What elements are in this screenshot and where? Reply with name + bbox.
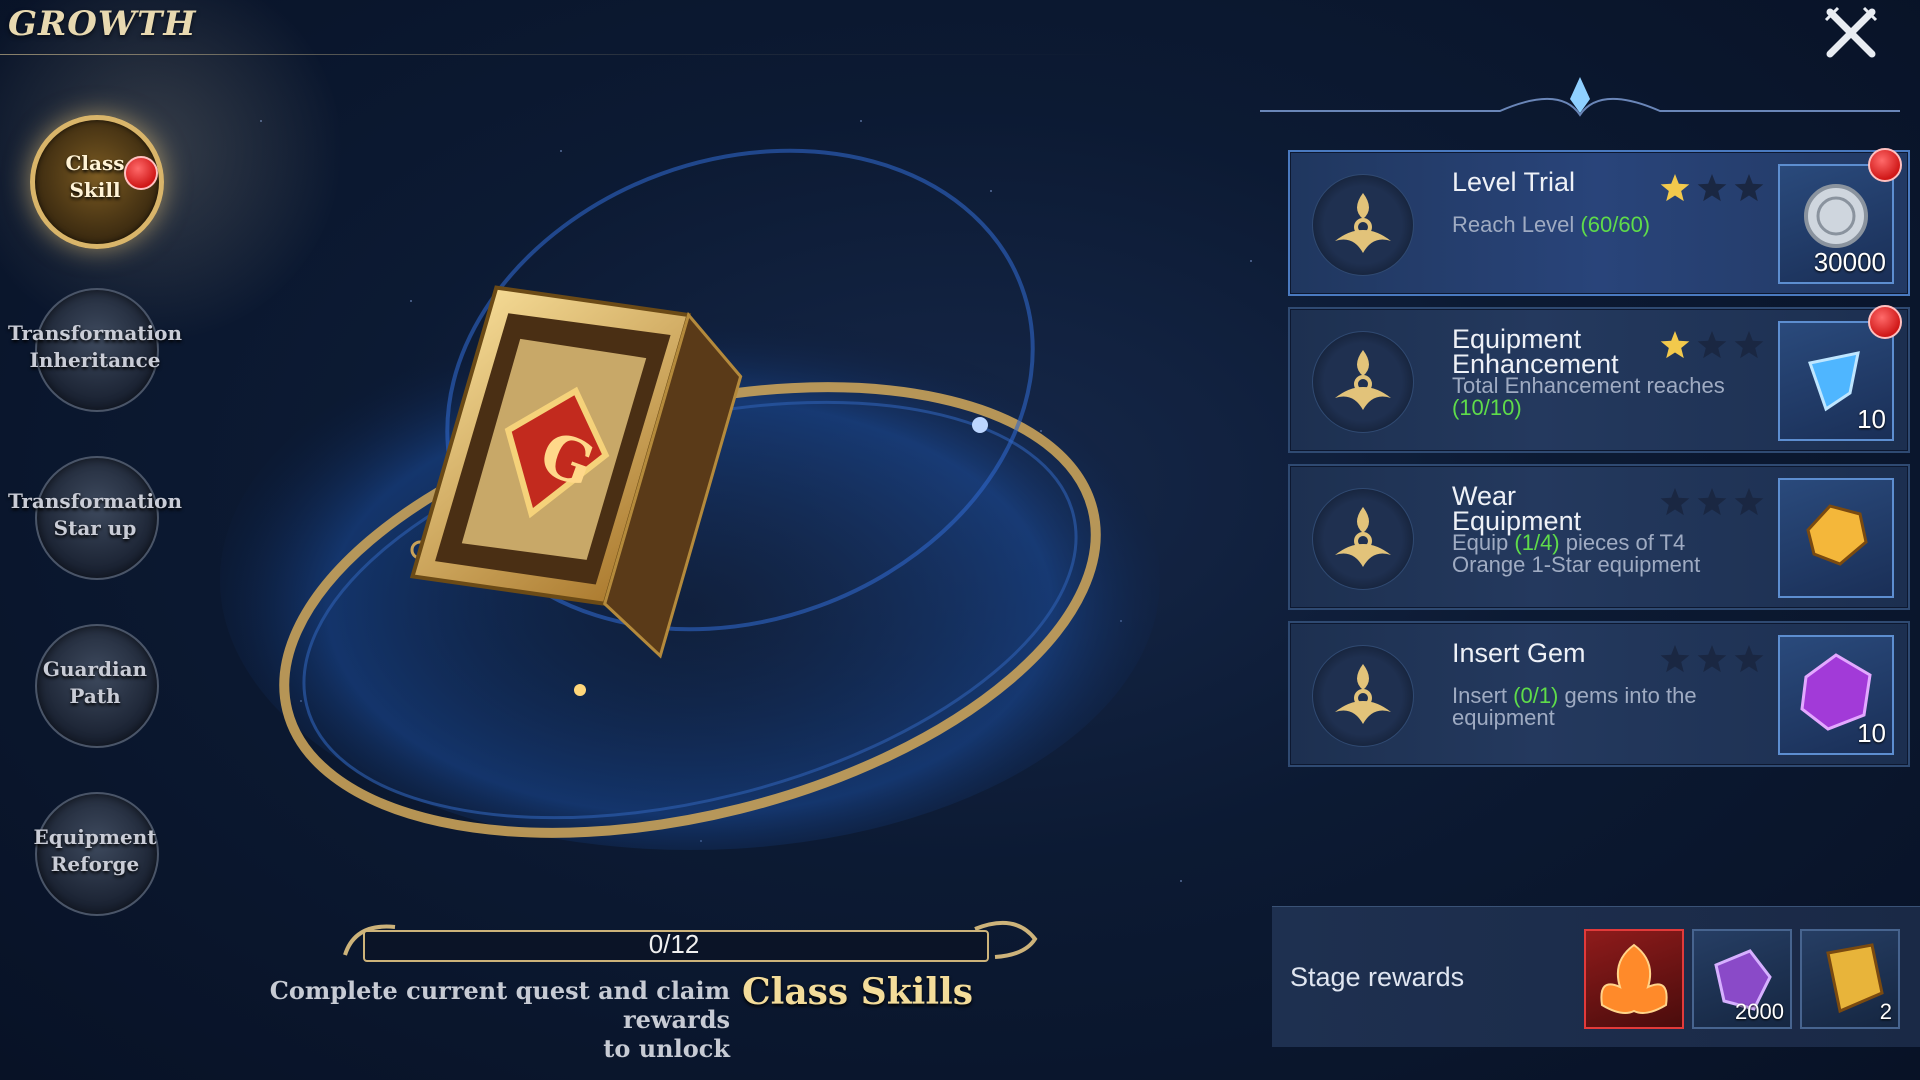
gold-ore-icon [1806,504,1868,566]
notification-dot [1868,148,1902,182]
star-empty-icon [1697,488,1727,516]
star-empty-icon [1734,645,1764,673]
nav-item-guardian-path[interactable]: Guardian Path [0,614,190,754]
stage-reward-count: 2 [1879,999,1892,1024]
stage-reward-item[interactable]: 2000 [1692,929,1792,1029]
quest-description-text: Reach Level [1452,212,1581,237]
notification-dot [124,156,158,190]
stage-reward-count: 2000 [1735,999,1784,1024]
quest-star-rating [1660,645,1764,673]
close-icon [1824,6,1878,58]
reward-count: 10 [1857,404,1886,434]
close-button[interactable] [1822,4,1880,62]
quest-row[interactable]: Level Trial Reach Level (60/60) 30000 [1288,148,1910,296]
star-filled-icon [1660,331,1690,359]
stage-reward-item[interactable]: 2 [1800,929,1900,1029]
stage-rewards-label: Stage rewards [1290,962,1465,992]
star-empty-icon [1697,174,1727,202]
quest-emblem-icon [1312,174,1414,276]
quest-reward-slot[interactable]: 30000 [1778,164,1894,284]
quest-description: Insert (0/1) gems into the equipment [1452,685,1782,729]
skill-book-illustration: G [220,148,1160,850]
title-divider [0,54,1120,55]
quest-row[interactable]: Insert Gem Insert (0/1) gems into the equ… [1288,621,1910,767]
quest-star-rating [1660,488,1764,516]
nav-item-transformation-star-up[interactable]: Transformation Star up [0,446,190,586]
nav-item-label: Class Skill [65,151,125,202]
star-empty-icon [1697,645,1727,673]
quest-title: Equipment Enhancement [1452,324,1619,379]
star-empty-icon [1734,331,1764,359]
nav-item-equipment-reforge[interactable]: Equipment Reforge [0,782,190,922]
quest-reward-slot[interactable]: 10 [1778,321,1894,441]
quest-progress-value: (10/10) [1452,395,1522,420]
quest-title: Wear Equipment [1452,481,1582,536]
quest-title: Level Trial [1452,167,1576,197]
unlock-progress: 0/12 [343,915,1045,965]
page-title: GROWTH [8,4,197,44]
quest-description: Equip (1/4) pieces of T4 Orange 1-Star e… [1452,532,1782,576]
unlock-hint: Complete current quest and claim rewards… [269,976,730,1063]
nav-item-label: Equipment Reforge [33,825,157,876]
nav-item-label: Guardian Path [42,657,148,708]
notification-dot [1868,305,1902,339]
star-filled-icon [1660,174,1690,202]
star-empty-icon [1660,488,1690,516]
quest-reward-slot[interactable]: 10 [1778,635,1894,755]
panel-top-ornament [1260,77,1900,117]
quest-emblem-icon [1312,645,1414,747]
unlock-target-label: Class Skills [742,971,973,1013]
quest-emblem-icon [1312,488,1414,590]
quest-description: Reach Level (60/60) [1452,214,1782,236]
star-empty-icon [1734,488,1764,516]
phoenix-icon [1600,943,1668,1014]
nav-item-label: Transformation Star up [7,489,183,540]
star-empty-icon [1734,174,1764,202]
reward-count: 10 [1857,718,1886,748]
quest-description: Total Enhancement reaches (10/10) [1452,375,1782,419]
stage-reward-item[interactable] [1584,929,1684,1029]
nav-item-class-skill[interactable]: Class Skill [0,110,190,250]
star-empty-icon [1697,331,1727,359]
quest-title: Insert Gem [1452,638,1586,668]
quest-emblem-icon [1312,331,1414,433]
stage-rewards-panel: Stage rewards 2000 2 [1272,906,1920,1047]
quest-reward-slot[interactable] [1778,478,1894,598]
nav-item-transformation-inheritance[interactable]: Transformation Inheritance [0,278,190,418]
reward-count: 30000 [1813,247,1886,277]
quest-row[interactable]: Equipment Enhancement Total Enhancement r… [1288,305,1910,453]
quest-progress-value: (60/60) [1580,212,1651,237]
nav-item-label: Transformation Inheritance [7,321,183,372]
progress-text: 0/12 [648,929,700,959]
quest-star-rating [1660,174,1764,202]
quest-star-rating [1660,331,1764,359]
quest-row[interactable]: Wear Equipment Equip (1/4) pieces of T4 O… [1288,464,1910,610]
star-empty-icon [1660,645,1690,673]
